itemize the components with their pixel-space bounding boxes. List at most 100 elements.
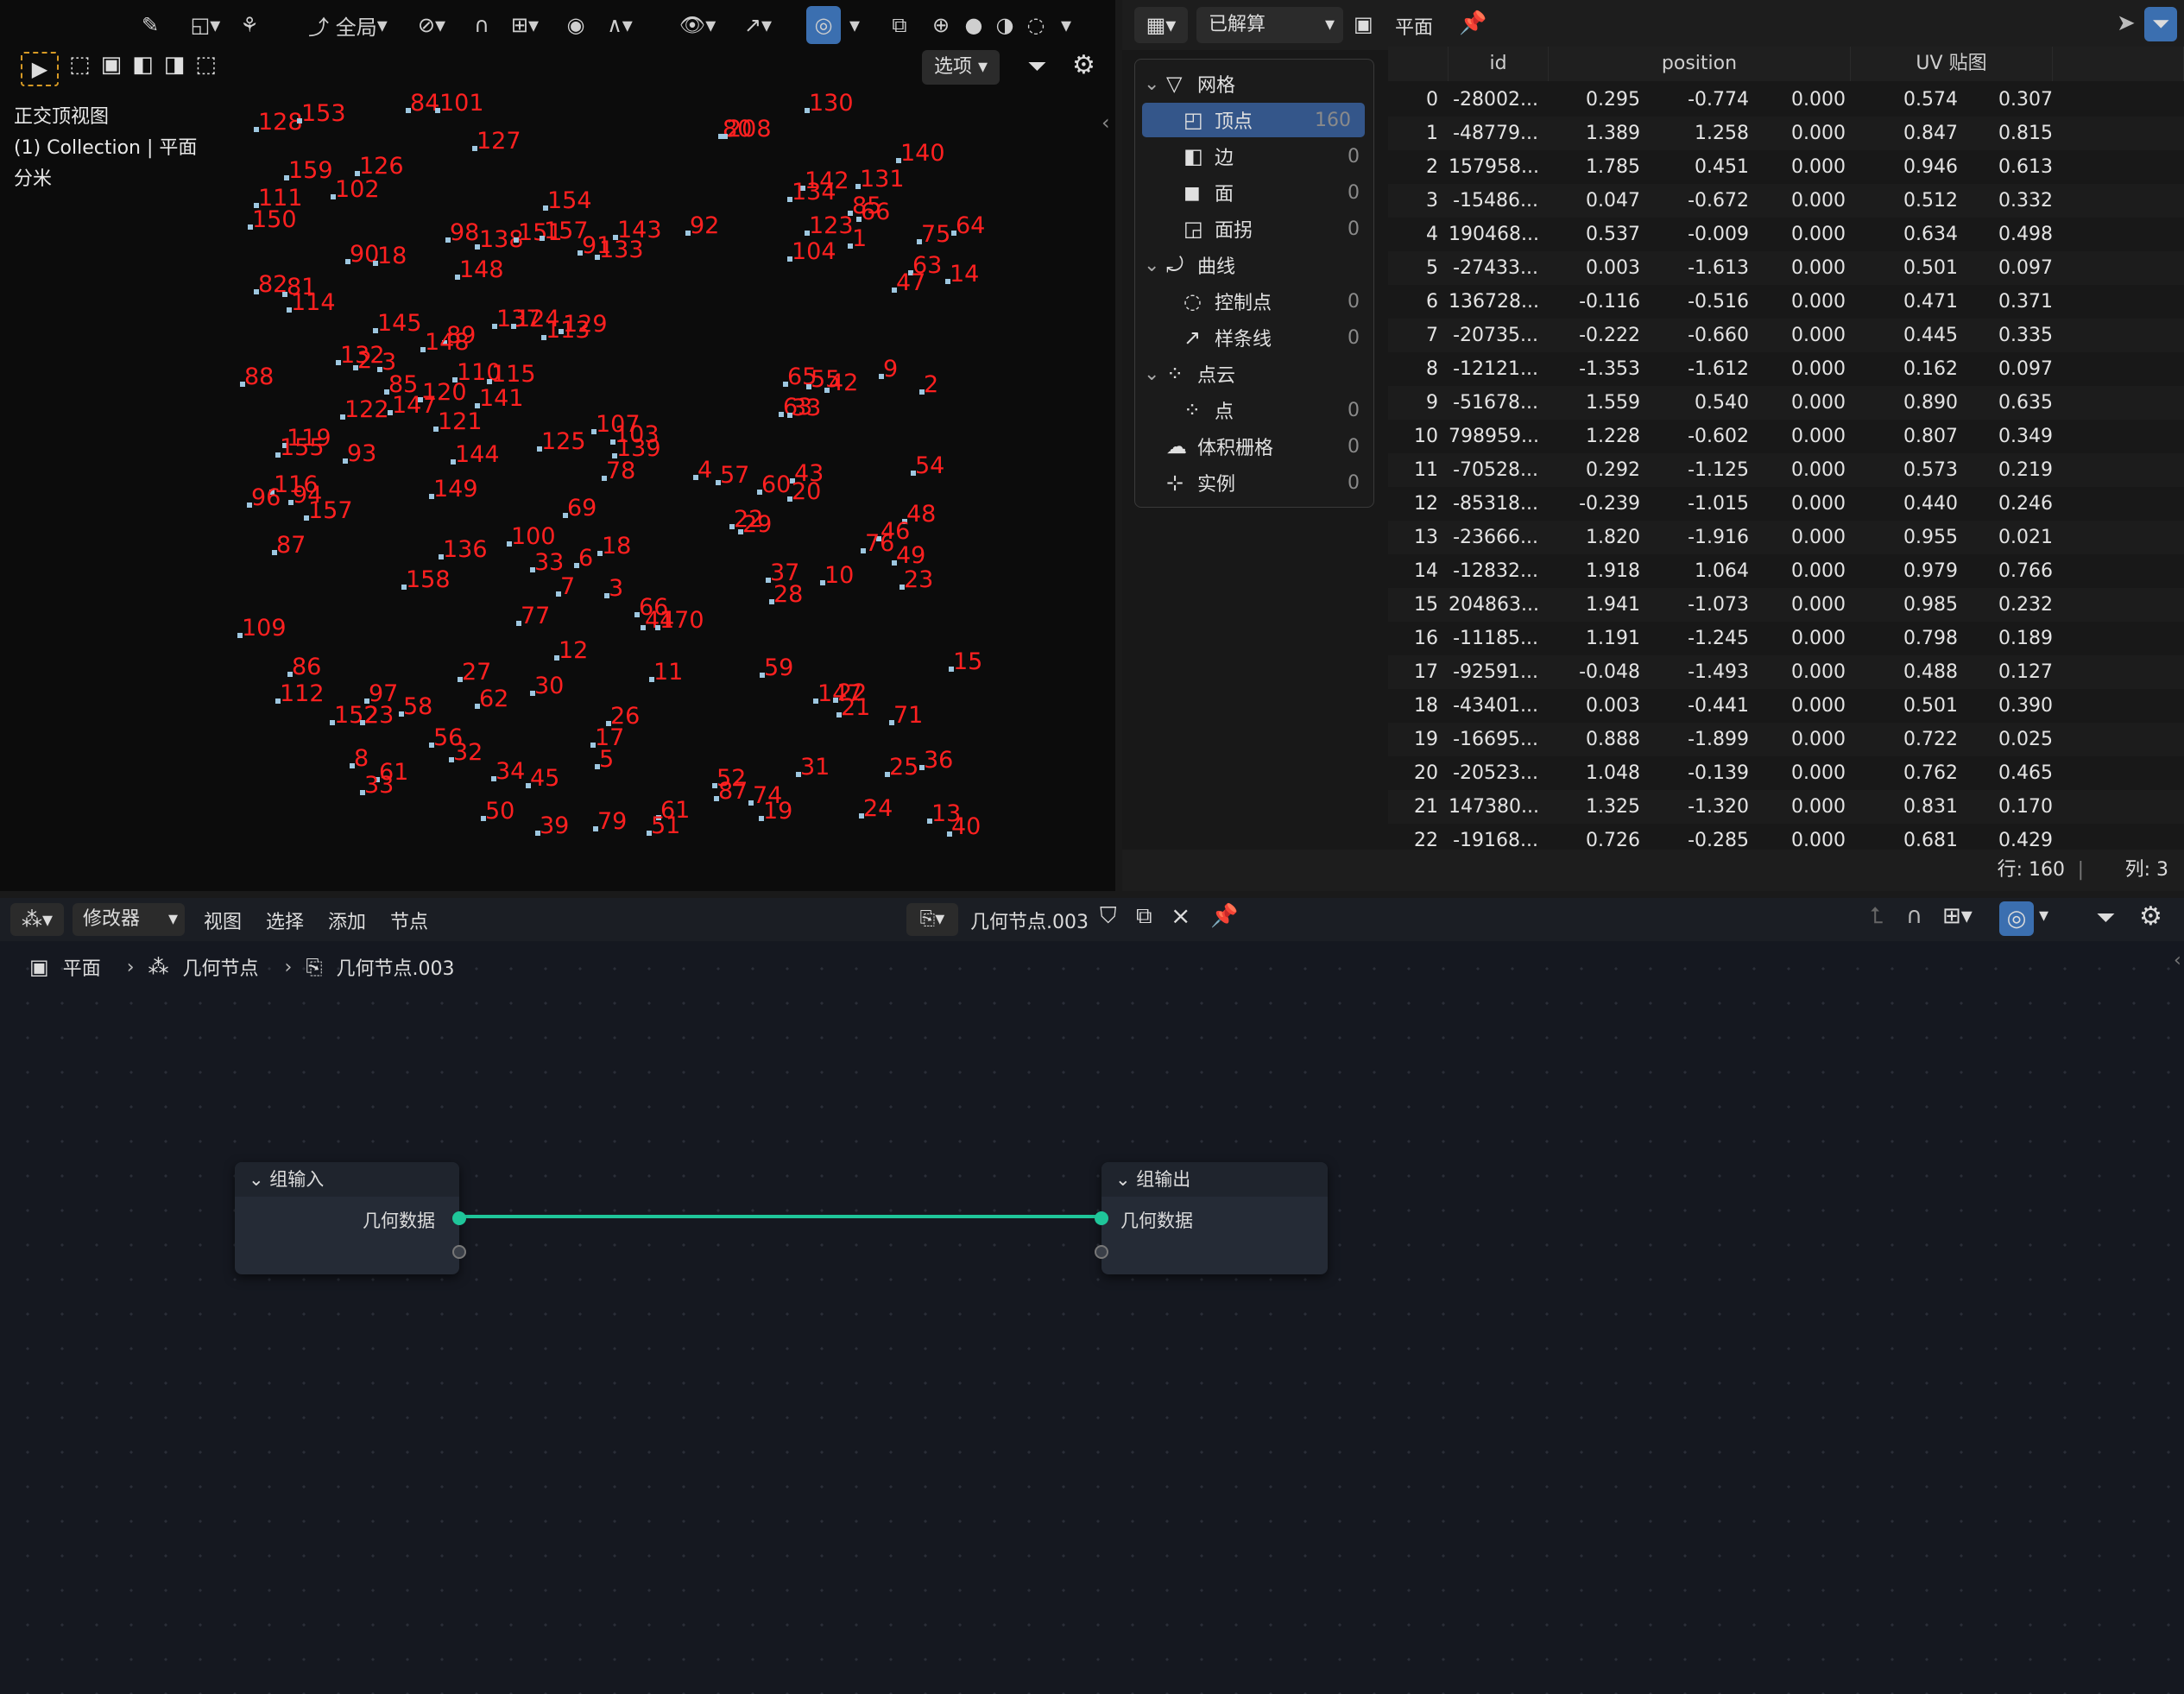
vertex-index-label: 115: [491, 361, 536, 388]
object-name: 平面: [1395, 17, 1434, 39]
sidebar-toggle-icon[interactable]: ‹: [1101, 111, 1110, 135]
table-cell: 147380...: [1449, 796, 1539, 818]
visibility-dropdown[interactable]: 👁▾: [672, 6, 723, 44]
chevron-down-icon[interactable]: ⌄: [1144, 255, 1159, 276]
sidebar-toggle-icon[interactable]: ‹: [2174, 950, 2181, 971]
gear-icon[interactable]: ⚙: [1072, 50, 1095, 80]
snap-target-dropdown[interactable]: ⊞▾: [499, 6, 551, 44]
geometry-output-socket[interactable]: [452, 1211, 466, 1225]
solid-shading-icon[interactable]: ●: [958, 6, 989, 44]
column-count: 列: 3: [2124, 859, 2168, 881]
sculpt-icon[interactable]: ⚘: [235, 6, 264, 44]
vertex-index-label: 98: [450, 219, 480, 246]
3d-viewport[interactable]: 128 153 84 101 80 208 130 127 140 159 126 142 131 134…: [0, 0, 1115, 891]
table-cell: -51678...: [1453, 392, 1538, 414]
table-cell: -0.048: [1579, 661, 1640, 683]
group-output-node[interactable]: ⌄ 组输出 几何数据: [1095, 1162, 1328, 1274]
group-input-node[interactable]: ⌄ 组输入 几何数据: [235, 1162, 466, 1274]
tree-item-volume[interactable]: ☁ 体积栅格 0: [1135, 429, 1373, 464]
draw-curve-icon[interactable]: ◱▾: [180, 6, 231, 44]
tree-item-point[interactable]: ⁘ 点 0: [1135, 393, 1373, 427]
table-row: 1 -48779... 1.389 1.258 0.000 0.847 0.815: [1388, 117, 2184, 150]
row-index: 2: [1426, 156, 1438, 178]
group-input-header[interactable]: ⌄ 组输入: [235, 1162, 459, 1197]
rendered-shading-icon[interactable]: ◌: [1020, 6, 1051, 44]
tree-item-mesh[interactable]: ⌄ ▽ 网格: [1135, 66, 1373, 101]
vertex-index-label: 33: [534, 549, 565, 576]
table-cell: 0.000: [1791, 224, 1846, 245]
vertex-index-label: 140: [900, 140, 945, 167]
tree-item-instance[interactable]: ⊹ 实例 0: [1135, 465, 1373, 500]
row-index: 1: [1426, 123, 1438, 144]
mesh-icon: ▽: [1166, 72, 1183, 96]
options-dropdown[interactable]: 选项 ▾: [922, 50, 1000, 85]
tree-item-edge[interactable]: ◧ 边 0: [1135, 139, 1373, 174]
filter-icon[interactable]: ⏷: [1027, 52, 1046, 81]
column-header-id[interactable]: id: [1449, 47, 1549, 81]
selection-mode-icons[interactable]: ⬚▣◧◨⬚: [69, 52, 227, 78]
shading-dropdown-icon[interactable]: ▾: [1053, 6, 1079, 44]
tree-item-vertex[interactable]: ◰ 顶点 160: [1142, 103, 1365, 137]
tree-item-face-corner[interactable]: ◲ 面拐 0: [1135, 212, 1373, 246]
empty-input-socket[interactable]: [1095, 1245, 1108, 1259]
snap-icon[interactable]: ∩: [464, 6, 499, 44]
vertex-index-label: 39: [540, 812, 570, 839]
transform-orientation-dropdown[interactable]: ⤴ 全局 ▾: [297, 6, 399, 44]
chevron-down-icon[interactable]: ⌄: [1144, 363, 1159, 385]
geometry-input-socket[interactable]: [1095, 1211, 1108, 1225]
overlay-dropdown-icon[interactable]: ▾: [843, 6, 867, 44]
vertex-index-label: 62: [479, 686, 509, 712]
column-header-uv[interactable]: UV 贴图: [1851, 47, 2053, 81]
tree-item-count: 160: [1315, 109, 1351, 131]
table-cell: -0.009: [1688, 224, 1749, 245]
vertex-index-label: 141: [479, 385, 524, 412]
face-corner-icon: ◲: [1184, 217, 1203, 241]
xray-icon[interactable]: ⧉: [884, 6, 915, 44]
table-cell: 0.766: [1998, 560, 2053, 582]
tree-item-point-cloud[interactable]: ⌄ ⁘ 点云: [1135, 357, 1373, 391]
row-index: 6: [1426, 291, 1438, 313]
table-cell: -1.125: [1688, 459, 1749, 481]
vertex-index-label: 136: [443, 536, 488, 563]
tree-item-label: 面: [1215, 184, 1234, 205]
selection-filter-icon[interactable]: ➤: [2117, 10, 2136, 36]
row-index: 8: [1426, 358, 1438, 380]
table-cell: 0.955: [1903, 527, 1958, 548]
falloff-icon[interactable]: ∧▾: [596, 6, 644, 44]
vertex-index-label: 15: [953, 648, 983, 675]
tree-item-curve[interactable]: ⌄ ⤾ 曲线: [1135, 248, 1373, 282]
material-shading-icon[interactable]: ◑: [989, 6, 1020, 44]
geometry-node-editor[interactable]: ⁂▾ 修改器 ▾ 视图 选择 添加 节点 ⎘▾ 几何节点.003 ⛉ ⧉ × 📌 …: [0, 898, 2184, 1694]
vertex-index-label: 130: [809, 90, 854, 117]
row-index: 7: [1426, 325, 1438, 346]
select-tool-icon[interactable]: ▶: [21, 52, 59, 86]
table-cell: 0.003: [1586, 695, 1640, 717]
vertex-index-label: 57: [720, 462, 750, 489]
vertex-index-label: 24: [863, 795, 893, 822]
gizmo-dropdown[interactable]: ↗▾: [732, 6, 784, 44]
chevron-down-icon[interactable]: ⌄: [1144, 73, 1159, 95]
proportional-edit-icon[interactable]: ◉: [559, 6, 592, 44]
table-cell: 0.000: [1791, 459, 1846, 481]
wireframe-shading-icon[interactable]: ⊕: [925, 6, 956, 44]
table-cell: 0.371: [1998, 291, 2053, 313]
editor-type-dropdown[interactable]: ▦▾: [1134, 7, 1188, 43]
empty-output-socket[interactable]: [452, 1245, 466, 1259]
evaluation-state-dropdown[interactable]: 已解算 ▾: [1196, 7, 1343, 43]
vertex-index-label: 88: [244, 363, 275, 390]
chevron-down-icon[interactable]: ⌄: [249, 1169, 264, 1190]
table-cell: 0.000: [1791, 358, 1846, 380]
filter-toggle-icon[interactable]: ⏷: [2144, 7, 2177, 41]
column-header-position[interactable]: position: [1549, 47, 1851, 81]
tree-item-spline[interactable]: ↗ 样条线 0: [1135, 320, 1373, 355]
tree-item-face[interactable]: ◼ 面 0: [1135, 175, 1373, 210]
pin-icon[interactable]: 📌: [1459, 10, 1487, 36]
tree-item-control-point[interactable]: ◌ 控制点 0: [1135, 284, 1373, 319]
group-output-header[interactable]: ⌄ 组输出: [1101, 1162, 1328, 1197]
vertex-index-label: 77: [521, 603, 551, 629]
chevron-down-icon[interactable]: ⌄: [1115, 1169, 1131, 1190]
attribute-table: id position UV 贴图 0 -28002... 0.295 -0.774 0…: [1388, 47, 2184, 850]
pivot-point-dropdown[interactable]: ⊘▾: [406, 6, 458, 44]
eyedropper-icon[interactable]: ✎: [131, 6, 169, 44]
overlay-toggle-icon[interactable]: ◎: [806, 6, 841, 44]
